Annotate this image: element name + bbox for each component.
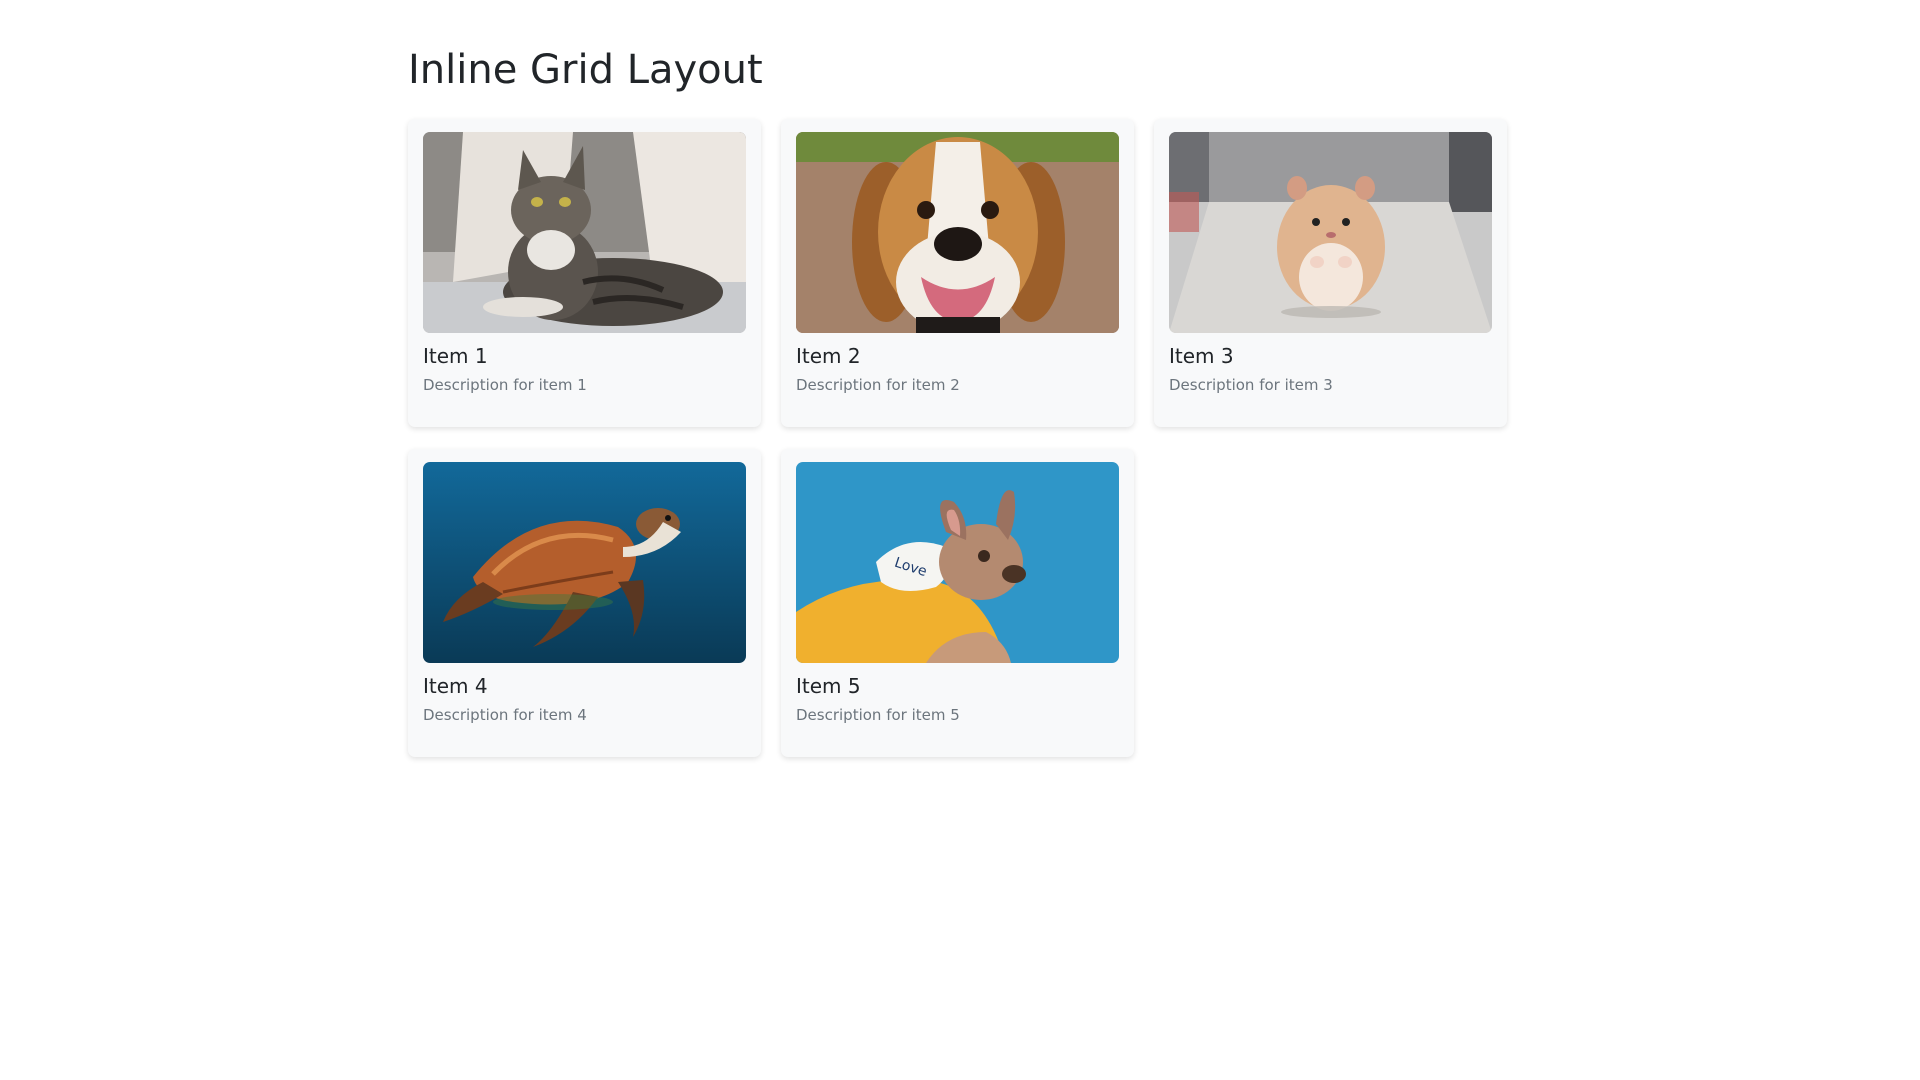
card-title: Item 4	[423, 674, 488, 698]
card-description: Description for item 3	[1169, 376, 1333, 394]
card-description: Description for item 4	[423, 706, 587, 724]
hamster-photo	[1169, 132, 1492, 333]
grid-card[interactable]: Item 3 Description for item 3	[1154, 119, 1507, 427]
cat-photo	[423, 132, 746, 333]
grid-card[interactable]: Item 2 Description for item 2	[781, 119, 1134, 427]
item-grid: Item 1 Description for item 1 Item 2 Des…	[408, 119, 1507, 757]
card-title: Item 1	[423, 344, 488, 368]
card-title: Item 3	[1169, 344, 1234, 368]
page-title: Inline Grid Layout	[408, 47, 763, 93]
grid-card[interactable]: Love Item 5 Description for item 5	[781, 449, 1134, 757]
sea-turtle-photo	[423, 462, 746, 663]
card-description: Description for item 5	[796, 706, 960, 724]
grid-card[interactable]: Item 4 Description for item 4	[408, 449, 761, 757]
card-title: Item 2	[796, 344, 861, 368]
french-bulldog-photo: Love	[796, 462, 1119, 663]
card-description: Description for item 1	[423, 376, 587, 394]
grid-card[interactable]: Item 1 Description for item 1	[408, 119, 761, 427]
card-title: Item 5	[796, 674, 861, 698]
card-description: Description for item 2	[796, 376, 960, 394]
beagle-photo	[796, 132, 1119, 333]
